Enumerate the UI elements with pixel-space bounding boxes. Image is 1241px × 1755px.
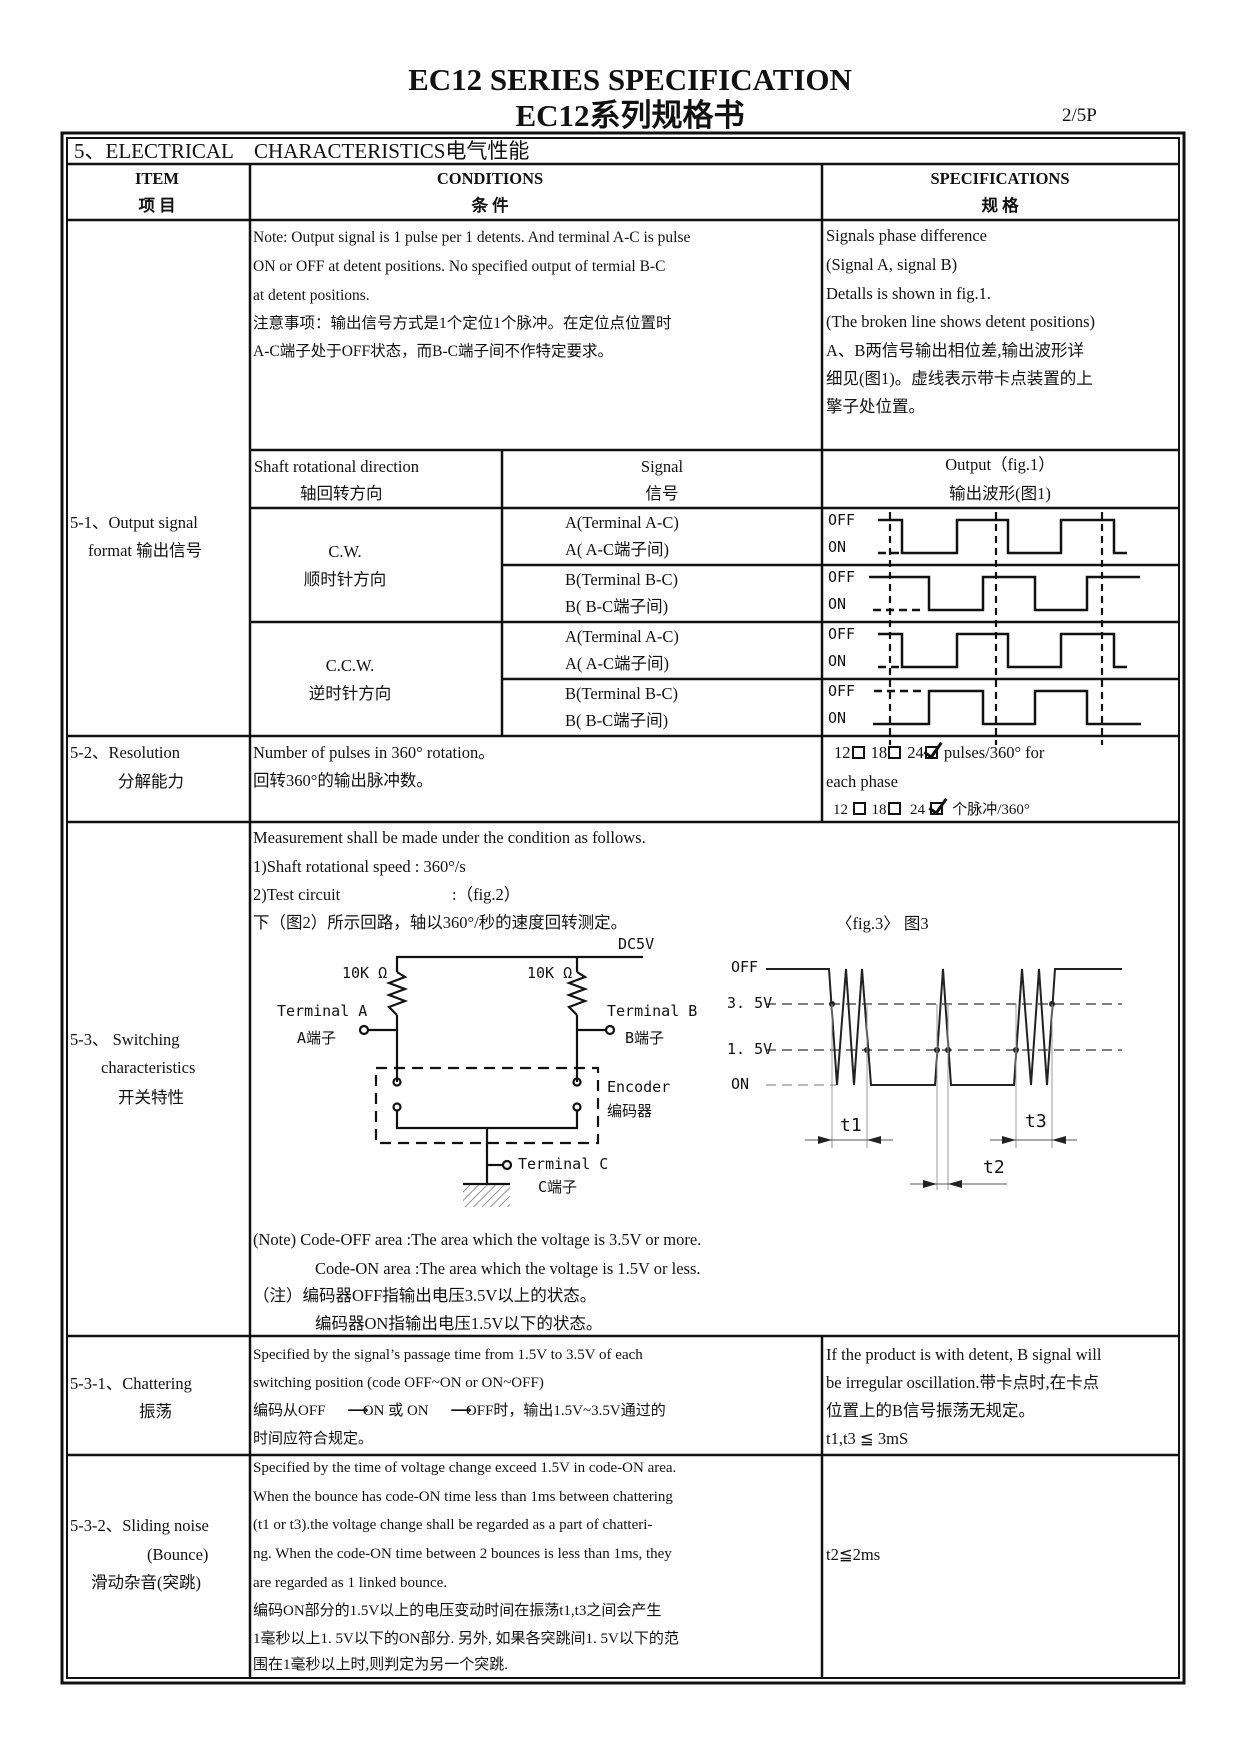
- condition-line: 围在1毫秒以上时,则判定为另一个突跳.: [253, 1657, 509, 1673]
- text-part: ON 或 ON: [362, 1403, 429, 1419]
- note-line: Code-ON area :The area which the voltage…: [315, 1259, 701, 1278]
- item-label: (Bounce): [147, 1545, 209, 1564]
- note-line: 编码器ON指输出电压1.5V以下的状态。: [315, 1314, 603, 1333]
- item-label: 5-3-2、Sliding noise: [70, 1516, 209, 1535]
- arrowhead: [923, 1180, 937, 1188]
- arrowhead: [818, 1136, 832, 1144]
- condition-line: Specified by the time of voltage change …: [253, 1460, 677, 1476]
- item-label: 滑动杂音(突跳): [91, 1573, 201, 1592]
- level-label-on: ON: [731, 1075, 750, 1093]
- condition-line: are regarded as 1 linked bounce.: [253, 1575, 448, 1591]
- condition-line-cn: 编码从OFF ⟶ON 或 ON ⟶OFF时，输出1.5V~3.5V通过的: [253, 1404, 666, 1419]
- condition-line: 编码ON部分的1.5V以上的电压变动时间在振荡t1,t3之间会产生: [253, 1603, 662, 1619]
- level-label-off: OFF: [731, 958, 759, 976]
- arrowhead: [948, 1180, 962, 1188]
- voltage-waveform: [766, 968, 1122, 1086]
- condition-line: When the bounce has code-ON time less th…: [253, 1489, 673, 1505]
- condition-line: Specified by the signal’s passage time f…: [253, 1347, 643, 1363]
- item-label: 5-3-1、Chattering: [70, 1374, 192, 1393]
- spec-line: be irregular oscillation.带卡点时,在卡点: [826, 1373, 1100, 1392]
- item-label: 振荡: [139, 1402, 172, 1421]
- level-label-1v5: 1. 5V: [727, 1040, 773, 1058]
- condition-line: (t1 or t3).the voltage change shall be r…: [253, 1517, 653, 1533]
- note-line: （注）编码器OFF指输出电压3.5V以上的状态。: [253, 1286, 597, 1305]
- interval-t3: t3: [1025, 1111, 1047, 1132]
- condition-line: ng. When the code-ON time between 2 boun…: [253, 1546, 672, 1562]
- condition-line: 时间应符合规定。: [253, 1431, 374, 1447]
- arrowhead: [867, 1136, 881, 1144]
- condition-line: switching position (code OFF~ON or ON~OF…: [253, 1375, 544, 1391]
- spec-line: 位置上的B信号振荡无规定。: [826, 1401, 1036, 1420]
- interval-t2: t2: [983, 1157, 1005, 1178]
- spec-line: If the product is with detent, B signal …: [826, 1345, 1102, 1364]
- condition-line: 1毫秒以上1. 5V以下的ON部分. 另外, 如果各突跳间1. 5V以下的范: [253, 1631, 679, 1647]
- level-label-3v5: 3. 5V: [727, 994, 773, 1012]
- text-part: OFF时，输出1.5V~3.5V通过的: [465, 1403, 666, 1419]
- interval-t1: t1: [840, 1115, 862, 1136]
- arrowhead: [1052, 1136, 1066, 1144]
- bounce-spec: t2≦2ms: [826, 1545, 881, 1564]
- note-line: (Note) Code-OFF area :The area which the…: [253, 1230, 702, 1249]
- text-part: 编码从OFF: [253, 1403, 326, 1419]
- spec-line: t1,t3 ≦ 3mS: [826, 1429, 909, 1448]
- arrowhead: [1002, 1136, 1016, 1144]
